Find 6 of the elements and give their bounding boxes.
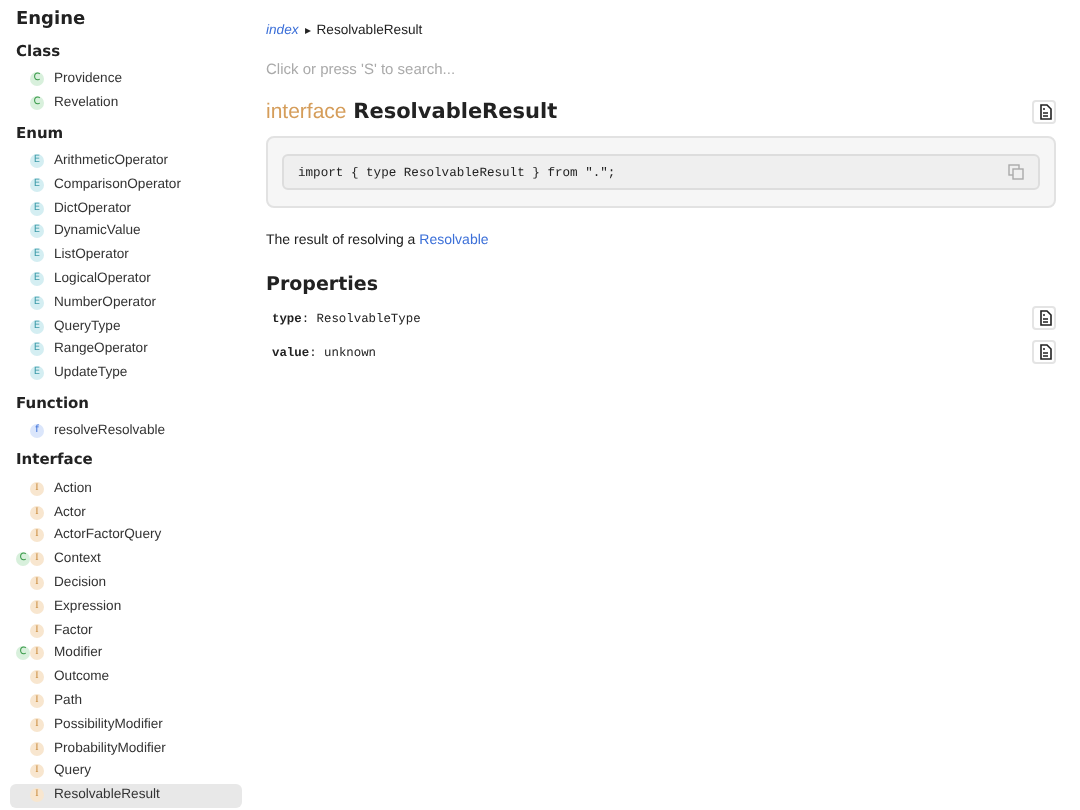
section-heading: Properties — [266, 274, 380, 296]
sidebar-title: Engine — [16, 8, 88, 34]
page-title: interface ResolvableResult — [266, 100, 558, 124]
source-icon[interactable] — [1032, 340, 1056, 364]
source-icon[interactable] — [1032, 306, 1056, 330]
source-icon[interactable] — [1032, 100, 1056, 124]
